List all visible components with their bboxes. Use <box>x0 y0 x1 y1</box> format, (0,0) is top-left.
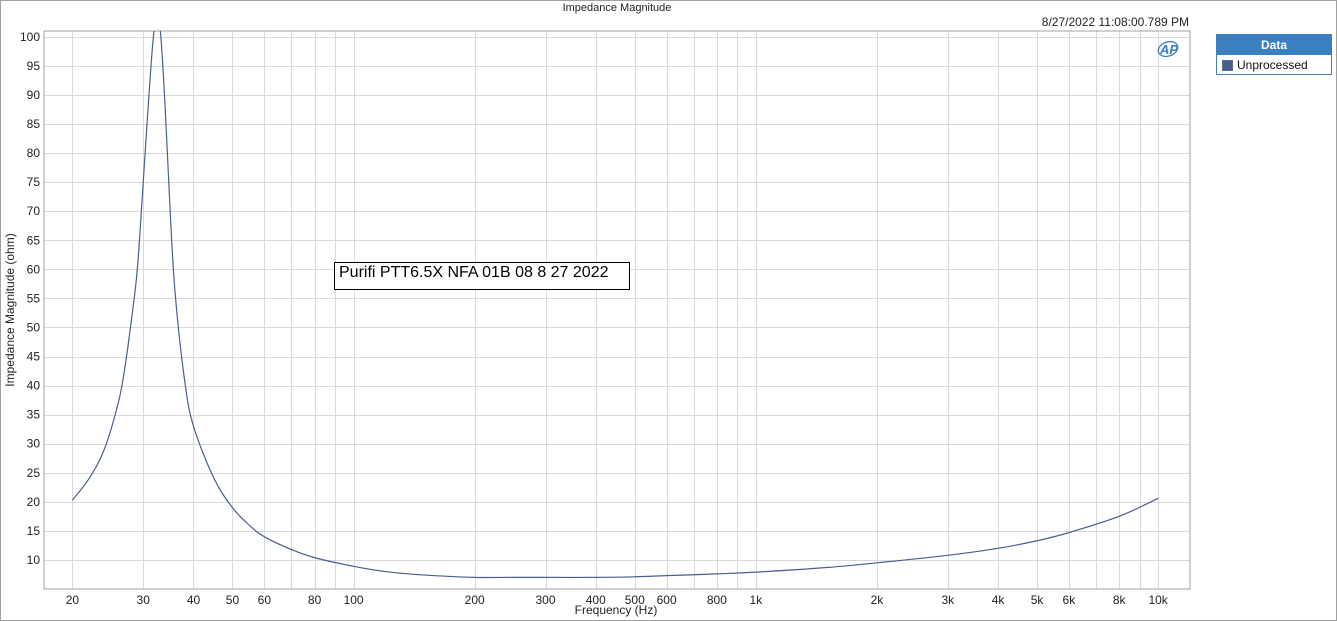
svg-text:AP: AP <box>1159 42 1178 57</box>
x-tick-label: 80 <box>308 593 322 607</box>
plot-area <box>43 30 1191 590</box>
ap-logo-icon: AP <box>1157 40 1178 58</box>
y-tick-label: 80 <box>27 146 41 160</box>
legend-swatch <box>1222 59 1233 71</box>
y-tick-label: 75 <box>27 175 41 189</box>
x-tick-label: 800 <box>707 593 727 607</box>
y-tick-label: 35 <box>27 408 41 422</box>
x-tick-label: 60 <box>258 593 272 607</box>
x-tick-label: 1k <box>750 593 764 607</box>
y-tick-label: 70 <box>27 204 41 218</box>
series-line-unprocessed <box>71 31 1159 579</box>
grid-lines <box>44 31 1190 589</box>
x-axis-label: Frequency (Hz) <box>575 603 658 617</box>
x-tick-label: 40 <box>187 593 201 607</box>
x-tick-label: 50 <box>226 593 240 607</box>
x-tick-label: 300 <box>536 593 556 607</box>
y-tick-label: 60 <box>27 262 41 276</box>
x-tick-label: 6k <box>1063 593 1077 607</box>
x-tick-label: 5k <box>1031 593 1045 607</box>
y-axis-ticks: 100 95 90 85 80 75 70 65 60 55 50 45 40 35 30 25 20 15 10 <box>20 30 40 567</box>
y-tick-label: 30 <box>27 437 41 451</box>
x-tick-label: 4k <box>992 593 1006 607</box>
y-tick-label: 15 <box>27 524 41 538</box>
y-tick-label: 45 <box>27 350 41 364</box>
chart-legend: Data Unprocessed <box>1216 34 1332 75</box>
y-axis-label: Impedance Magnitude (ohm) <box>3 233 17 386</box>
impedance-chart: Impedance Magnitude 100 95 90 85 80 75 70 65 60 5… <box>3 2 1191 617</box>
x-tick-label: 100 <box>344 593 364 607</box>
y-tick-label: 10 <box>27 553 41 567</box>
x-tick-label: 200 <box>465 593 485 607</box>
x-tick-label: 3k <box>941 593 955 607</box>
x-tick-label: 10k <box>1148 593 1168 607</box>
y-tick-label: 50 <box>27 320 41 334</box>
y-tick-label: 85 <box>27 117 41 131</box>
y-tick-label: 55 <box>27 291 41 305</box>
x-tick-label: 2k <box>871 593 885 607</box>
y-tick-label: 90 <box>27 88 41 102</box>
y-tick-label: 40 <box>27 379 41 393</box>
legend-item-unprocessed[interactable]: Unprocessed <box>1217 55 1331 75</box>
chart-annotation: Purifi PTT6.5X NFA 01B 08 8 27 2022 <box>334 262 630 290</box>
chart-title: Impedance Magnitude <box>563 2 672 14</box>
legend-item-label: Unprocessed <box>1237 58 1308 72</box>
x-tick-label: 600 <box>657 593 677 607</box>
legend-title: Data <box>1217 35 1331 55</box>
x-tick-label: 8k <box>1113 593 1127 607</box>
y-tick-label: 65 <box>27 233 41 247</box>
series-lines <box>71 31 1159 579</box>
x-tick-label: 30 <box>137 593 151 607</box>
y-tick-label: 25 <box>27 466 41 480</box>
chart-timestamp: 8/27/2022 11:08:00.789 PM <box>1041 15 1189 29</box>
x-tick-label: 20 <box>66 593 80 607</box>
y-tick-label: 20 <box>27 495 41 509</box>
y-tick-label: 95 <box>27 59 41 73</box>
y-tick-label: 100 <box>20 30 40 44</box>
